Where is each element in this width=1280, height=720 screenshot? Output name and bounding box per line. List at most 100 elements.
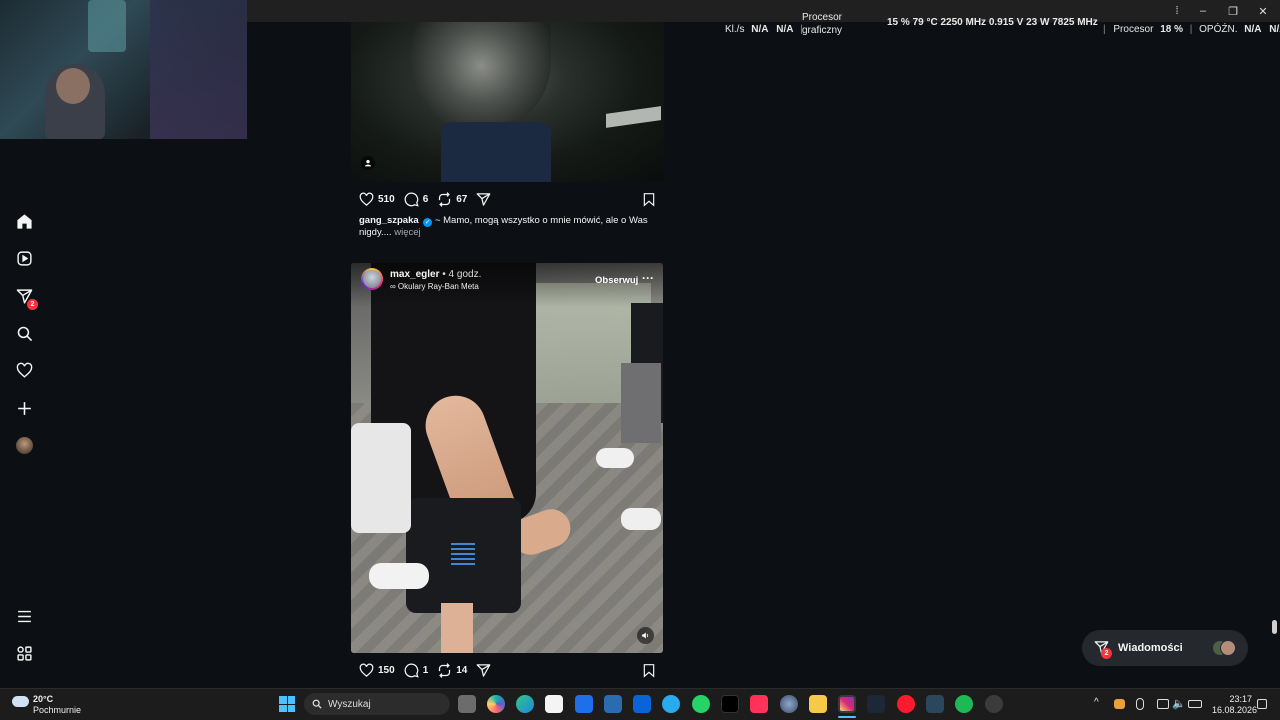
like-group: 150	[359, 663, 395, 678]
dropbox-icon[interactable]	[575, 695, 593, 713]
messages-pill-icon: 2	[1094, 640, 1112, 659]
search-icon[interactable]	[14, 323, 34, 343]
fps-label: Kl./s	[725, 24, 745, 35]
tiktok-studio-icon[interactable]	[750, 695, 768, 713]
tagged-users-icon[interactable]	[361, 156, 375, 170]
follow-button[interactable]: Obserwuj	[595, 275, 638, 286]
microphone-icon[interactable]	[1136, 698, 1144, 710]
threads-icon[interactable]	[14, 643, 34, 663]
repost-icon[interactable]	[437, 191, 452, 207]
telegram-icon[interactable]	[662, 695, 680, 713]
gpu-stats: 15 % 79 °C 2250 MHz 0.915 V 23 W 7825 MH…	[887, 17, 1098, 28]
messages-pill[interactable]: 2 Wiadomości	[1082, 630, 1248, 666]
audio-toggle-icon[interactable]	[637, 627, 654, 644]
taskbar-search-placeholder: Wyszukaj	[328, 698, 371, 710]
repost-group: 14	[437, 662, 468, 678]
caption-username[interactable]: gang_szpaka	[359, 215, 419, 226]
weather-desc: Pochmurnie	[33, 705, 82, 715]
weather-cloud-icon[interactable]	[12, 696, 29, 707]
post-2-username[interactable]: max_egler	[390, 269, 439, 280]
volume-icon[interactable]: 🔈	[1172, 697, 1186, 710]
restore-button[interactable]: ❐	[1218, 0, 1248, 22]
clock-date: 16.08.2026	[1212, 705, 1258, 715]
messages-badge: 2	[27, 299, 38, 310]
like-icon[interactable]	[359, 663, 374, 678]
caption-more-link[interactable]: więcej	[392, 227, 420, 238]
like-count: 510	[378, 193, 395, 205]
notifications-center-icon[interactable]	[1257, 699, 1267, 709]
create-icon[interactable]	[14, 398, 34, 418]
more-menu-icon[interactable]	[14, 606, 34, 626]
share-icon[interactable]	[476, 663, 491, 678]
verified-badge-icon: ✓	[423, 218, 433, 227]
comment-group: 6	[404, 192, 429, 207]
home-icon[interactable]	[14, 211, 34, 231]
messages-pill-label: Wiadomości	[1118, 642, 1183, 654]
instagram-icon[interactable]	[838, 695, 856, 713]
battery-icon[interactable]	[1188, 700, 1202, 708]
repost-count: 14	[456, 664, 468, 676]
latency-value-1: N/A	[1244, 24, 1262, 35]
file-explorer-icon[interactable]	[809, 695, 827, 713]
profile-avatar[interactable]	[14, 435, 34, 455]
minimize-button[interactable]: –	[1188, 0, 1218, 22]
tray-app-icon[interactable]	[1114, 699, 1125, 709]
close-button[interactable]: ✕	[1248, 0, 1278, 22]
network-icon[interactable]	[1157, 699, 1169, 709]
post-1-actions: 510 6 67	[359, 191, 656, 207]
window-title-bar	[247, 0, 1280, 22]
cpu-label: Procesor	[1113, 24, 1154, 35]
repost-count: 67	[456, 193, 468, 205]
repost-group: 67	[437, 191, 468, 207]
tiktok-icon[interactable]	[721, 695, 739, 713]
save-icon[interactable]	[642, 192, 656, 207]
app-icon[interactable]	[780, 695, 798, 713]
comment-icon[interactable]	[404, 192, 419, 207]
fps-value-1: N/A	[751, 24, 769, 35]
scrollbar-thumb[interactable]	[1272, 620, 1277, 634]
weather-widget[interactable]: 20°C Pochmurnie	[33, 694, 81, 716]
repost-icon[interactable]	[437, 662, 452, 678]
save-icon[interactable]	[642, 663, 656, 678]
store-icon[interactable]	[545, 695, 563, 713]
app-2-icon[interactable]	[985, 695, 1003, 713]
post-2-time: • 4 godz.	[439, 269, 482, 280]
copilot-icon[interactable]	[487, 695, 505, 713]
like-icon[interactable]	[359, 192, 374, 207]
clock-time: 23:17	[1229, 694, 1252, 704]
outlook-icon[interactable]	[633, 695, 651, 713]
clock[interactable]: 23:17 16.08.2026	[1212, 694, 1258, 716]
comment-icon[interactable]	[404, 663, 419, 678]
spotify-icon[interactable]	[955, 695, 973, 713]
messages-pill-badge: 2	[1101, 648, 1112, 659]
start-button-icon[interactable]	[279, 696, 295, 712]
share-icon[interactable]	[476, 192, 491, 207]
post-1-media[interactable]	[351, 22, 664, 182]
tray-overflow-icon[interactable]: ^	[1094, 697, 1099, 708]
post-2-avatar[interactable]	[361, 268, 383, 290]
taskbar-search[interactable]: Wyszukaj	[304, 693, 450, 715]
search-icon	[312, 699, 322, 709]
steam-icon[interactable]	[867, 695, 885, 713]
comment-count: 6	[422, 193, 429, 205]
notes-icon[interactable]	[604, 695, 622, 713]
opera-icon[interactable]	[897, 695, 915, 713]
reels-icon[interactable]	[14, 248, 34, 268]
chat-avatar-2	[1220, 640, 1236, 656]
comment-count: 1	[422, 664, 429, 676]
messages-icon[interactable]: 2	[14, 286, 38, 310]
post-2-subtitle[interactable]: ∞ Okulary Ray-Ban Meta	[390, 282, 479, 291]
latency-label: OPÓŹN.	[1199, 24, 1238, 35]
gpu-label: Procesor graficzny	[802, 11, 842, 37]
notifications-icon[interactable]	[14, 360, 34, 380]
whatsapp-icon[interactable]	[692, 695, 710, 713]
webcam-overlay	[0, 0, 247, 139]
active-app-indicator	[838, 716, 856, 718]
post-options-icon[interactable]: ···	[642, 271, 654, 285]
gpu-label-line2: graficzny	[802, 25, 843, 36]
gpu-label-line1: Procesor	[802, 12, 843, 23]
edge-icon[interactable]	[516, 695, 534, 713]
steam-2-icon[interactable]	[926, 695, 944, 713]
post-2-media[interactable]	[351, 263, 663, 653]
task-view-icon[interactable]	[458, 695, 476, 713]
